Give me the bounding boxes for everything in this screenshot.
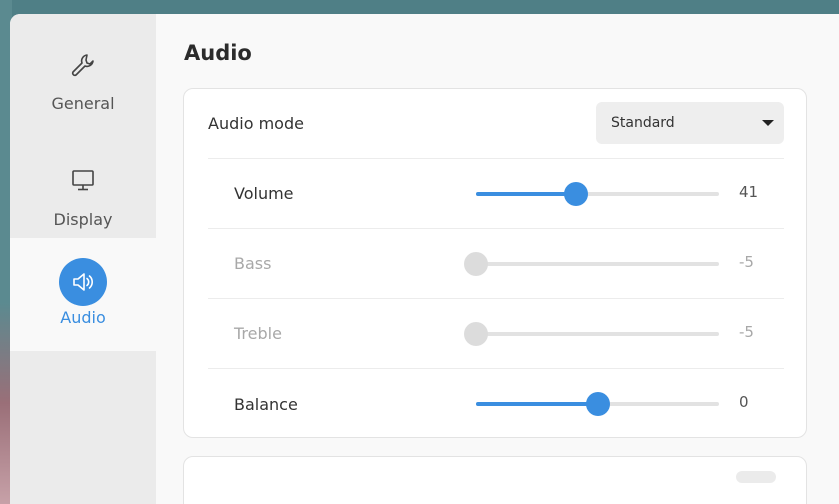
page-title: Audio [184,41,252,65]
slider-fill [476,192,576,196]
speaker-icon [59,258,107,306]
sidebar: General Display Audio [10,14,156,504]
slider-row: Treble -5 [208,299,784,369]
sidebar-item-label: General [51,94,115,113]
toggle-switch[interactable] [736,471,776,483]
balance-value: 0 [739,393,749,411]
bass-value: -5 [739,253,754,271]
bass-slider [464,252,719,276]
slider-row: Balance 0 [208,369,784,439]
treble-value: -5 [739,323,754,341]
volume-label: Volume [234,184,294,203]
slider-row: Bass -5 [208,229,784,299]
balance-slider[interactable] [476,392,719,416]
treble-label: Treble [234,324,282,343]
sidebar-item-audio[interactable]: Audio [10,238,156,351]
volume-value: 41 [739,183,759,201]
settings-window: General Display Audio Audio Audio mode S… [10,14,839,504]
slider-thumb [464,322,488,346]
volume-slider[interactable] [476,182,719,206]
treble-slider [464,322,719,346]
main-panel: Audio Audio mode Standard Volume 41 Bass [156,14,839,504]
slider-thumb[interactable] [585,392,610,416]
wrench-icon [59,42,107,90]
caret-down-icon [762,120,774,126]
audio-mode-label: Audio mode [208,114,304,133]
bass-label: Bass [234,254,272,273]
balance-label: Balance [234,394,298,414]
audio-mode-value: Standard [611,115,675,131]
slider-fill [476,402,598,406]
audio-mode-dropdown[interactable]: Standard [596,102,784,144]
audio-mode-row: Audio mode Standard [208,89,784,159]
slider-thumb[interactable] [563,182,588,206]
sidebar-item-display[interactable]: Display [10,126,156,238]
audio-settings-card: Audio mode Standard Volume 41 Bass -5 Tr… [183,88,807,438]
sidebar-item-general[interactable]: General [10,14,156,126]
sidebar-item-label: Audio [60,308,106,327]
sidebar-item-label: Display [53,210,113,229]
slider-thumb [464,252,488,276]
slider-row: Volume 41 [208,159,784,229]
monitor-icon [59,156,107,204]
next-settings-card [183,456,807,504]
